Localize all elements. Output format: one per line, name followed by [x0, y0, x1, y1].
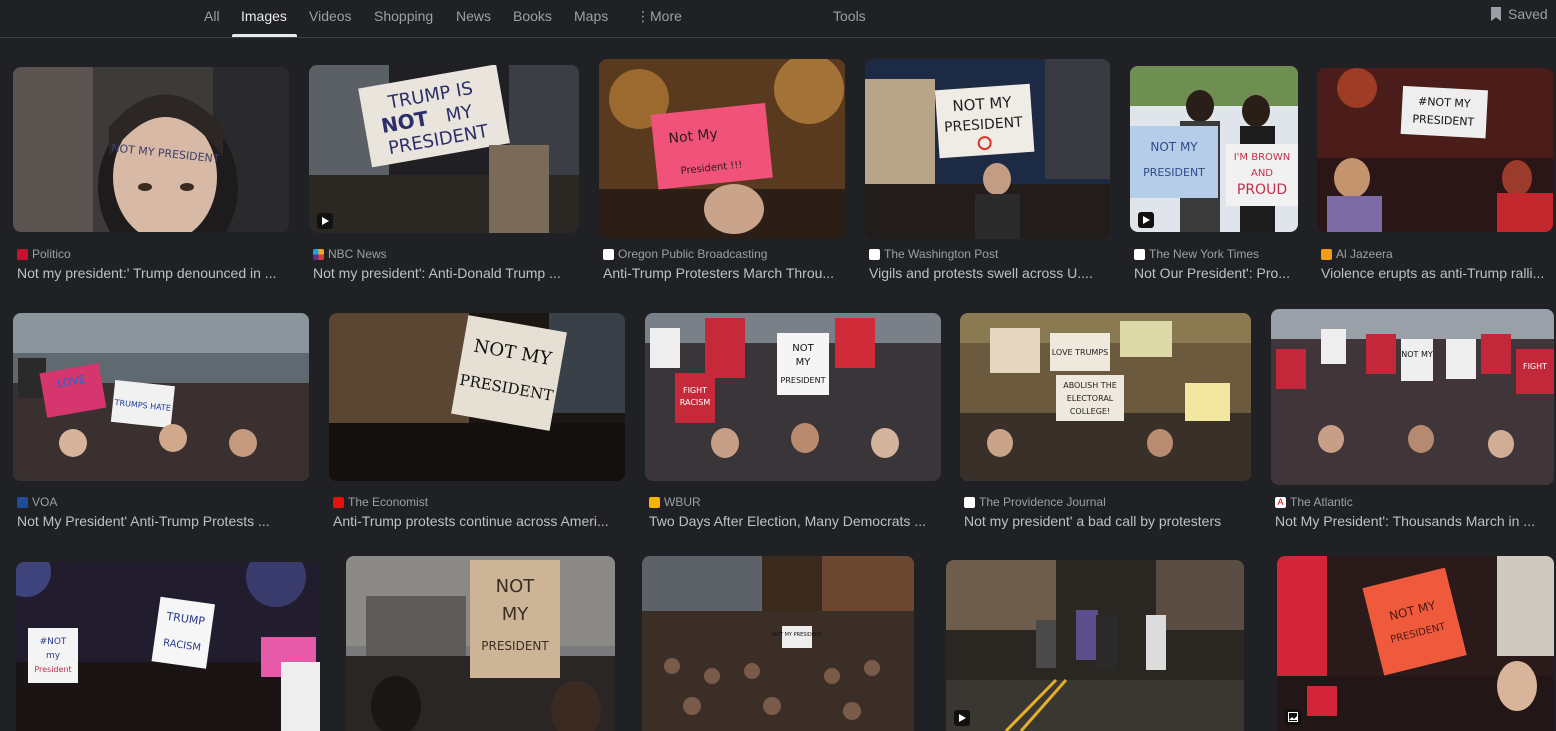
result-thumbnail[interactable]: NOT MY PRESIDENT — [642, 556, 914, 731]
sign-text: NOT MY — [1150, 140, 1198, 154]
result-source: The Providence Journal — [964, 495, 1106, 509]
result-thumbnail[interactable]: #NOT MY PRESIDENT — [1317, 68, 1553, 232]
active-tab-indicator — [232, 34, 297, 37]
result-source: VOA — [17, 495, 57, 509]
sign-text: PROUD — [1237, 182, 1287, 198]
tab-maps[interactable]: Maps — [574, 8, 608, 24]
tab-all[interactable]: All — [204, 8, 220, 24]
nyt-favicon — [1134, 248, 1145, 260]
result-source: Al Jazeera — [1321, 247, 1393, 261]
result-thumbnail[interactable]: NOT MY PRESIDENT — [13, 67, 289, 232]
sign-text: PRESIDENT — [781, 376, 826, 385]
nbc-favicon — [313, 248, 324, 260]
result-thumbnail[interactable]: FIGHT RACISM NOT MY PRESIDENT — [645, 313, 941, 481]
top-nav-bar: All Images Videos Shopping News Books Ma… — [0, 0, 1556, 38]
result-source: A The Atlantic — [1275, 495, 1353, 509]
tab-videos[interactable]: Videos — [309, 8, 352, 24]
saved-button[interactable]: Saved — [1490, 6, 1548, 22]
sign-text: I'M BROWN — [1234, 152, 1291, 163]
result-title[interactable]: Anti-Trump protests continue across Amer… — [333, 513, 623, 529]
aljazeera-favicon — [1321, 248, 1332, 260]
wbur-favicon — [649, 496, 660, 508]
atlantic-favicon: A — [1275, 496, 1286, 508]
tab-shopping[interactable]: Shopping — [374, 8, 433, 24]
sign-text: NOT MY PRESIDENT — [772, 632, 822, 638]
sign-text: AND — [1251, 168, 1273, 179]
result-title[interactable]: Not My President' Anti-Trump Protests ..… — [17, 513, 293, 529]
sign-text: FIGHT — [683, 386, 707, 395]
opb-favicon — [603, 248, 614, 260]
result-source: WBUR — [649, 495, 701, 509]
result-thumbnail[interactable]: NOT MY PRESIDENT — [329, 313, 625, 481]
result-source: Politico — [17, 247, 71, 261]
tools-button[interactable]: Tools — [833, 8, 866, 24]
sign-text: NOT — [496, 576, 536, 597]
result-thumbnail[interactable]: TRUMP IS NOT MY PRESIDENT — [309, 65, 579, 233]
saved-label: Saved — [1508, 6, 1548, 22]
sign-text: NOT — [792, 343, 814, 354]
voa-favicon — [17, 496, 28, 508]
sign-text: MY — [796, 357, 812, 368]
sign-text: LOVE TRUMPS — [1052, 348, 1109, 357]
result-thumbnail[interactable]: LOVE TRUMPS HATE — [13, 313, 309, 481]
sign-text: PRESIDENT — [481, 639, 549, 653]
result-title[interactable]: Not my president:' Trump denounced in ..… — [17, 265, 293, 281]
bookmark-icon — [1491, 7, 1501, 21]
politico-favicon — [17, 248, 28, 260]
tab-more[interactable]: ⋮More — [636, 8, 682, 25]
result-thumbnail[interactable]: LOVE TRUMPS ABOLISH THE ELECTORAL COLLEG… — [960, 313, 1251, 481]
sign-text: FIGHT — [1523, 362, 1547, 371]
result-title[interactable]: Two Days After Election, Many Democrats … — [649, 513, 939, 529]
wapo-favicon — [869, 248, 880, 260]
more-vert-icon: ⋮ — [636, 8, 650, 24]
play-icon — [317, 213, 333, 229]
result-thumbnail[interactable]: Not My President !!! — [599, 59, 845, 239]
result-thumbnail[interactable]: #NOT my President TRUMP RACISM — [16, 562, 320, 731]
sign-text: COLLEGE! — [1070, 407, 1110, 416]
play-icon — [1138, 212, 1154, 228]
result-source: NBC News — [313, 247, 387, 261]
result-source: The Economist — [333, 495, 428, 509]
result-thumbnail[interactable]: NOT MY PRESIDENT — [865, 59, 1110, 239]
result-source: Oregon Public Broadcasting — [603, 247, 767, 261]
result-thumbnail[interactable]: NOT MY PRESIDENT — [346, 556, 615, 731]
result-title[interactable]: Not Our President': Pro... — [1134, 265, 1302, 281]
sign-text: RACISM — [680, 398, 711, 407]
sign-text: ABOLISH THE — [1063, 381, 1117, 390]
sign-text: MY — [502, 604, 530, 625]
result-source: The New York Times — [1134, 247, 1259, 261]
result-thumbnail[interactable]: NOT MY PRESIDENT — [1277, 556, 1554, 731]
economist-favicon — [333, 496, 344, 508]
sign-text: my — [46, 651, 61, 661]
result-title[interactable]: Not my president': Anti-Donald Trump ... — [313, 265, 583, 281]
sign-text: #NOT MY — [1418, 95, 1471, 111]
more-label: More — [650, 8, 682, 24]
result-title[interactable]: Not my president' a bad call by proteste… — [964, 513, 1255, 529]
result-source: The Washington Post — [869, 247, 998, 261]
result-title[interactable]: Violence erupts as anti-Trump ralli... — [1321, 265, 1556, 281]
sign-text: #NOT — [40, 637, 67, 647]
play-icon — [954, 710, 970, 726]
projo-favicon — [964, 496, 975, 508]
result-thumbnail[interactable] — [946, 560, 1244, 731]
sign-text: PRESIDENT — [1143, 166, 1205, 179]
sign-text: President — [34, 665, 71, 674]
tab-books[interactable]: Books — [513, 8, 552, 24]
result-title[interactable]: Vigils and protests swell across U.... — [869, 265, 1114, 281]
tab-images[interactable]: Images — [241, 8, 287, 24]
result-title[interactable]: Anti-Trump Protesters March Throu... — [603, 265, 849, 281]
result-thumbnail[interactable]: NOT MY FIGHT — [1271, 309, 1554, 485]
image-icon — [1285, 709, 1301, 725]
sign-text: ELECTORAL — [1067, 394, 1114, 403]
result-thumbnail[interactable]: NOT MY PRESIDENT I'M BROWN AND PROUD — [1130, 66, 1298, 232]
tab-news[interactable]: News — [456, 8, 491, 24]
result-title[interactable]: Not My President': Thousands March in ..… — [1275, 513, 1550, 529]
sign-text: NOT MY — [1401, 350, 1433, 359]
